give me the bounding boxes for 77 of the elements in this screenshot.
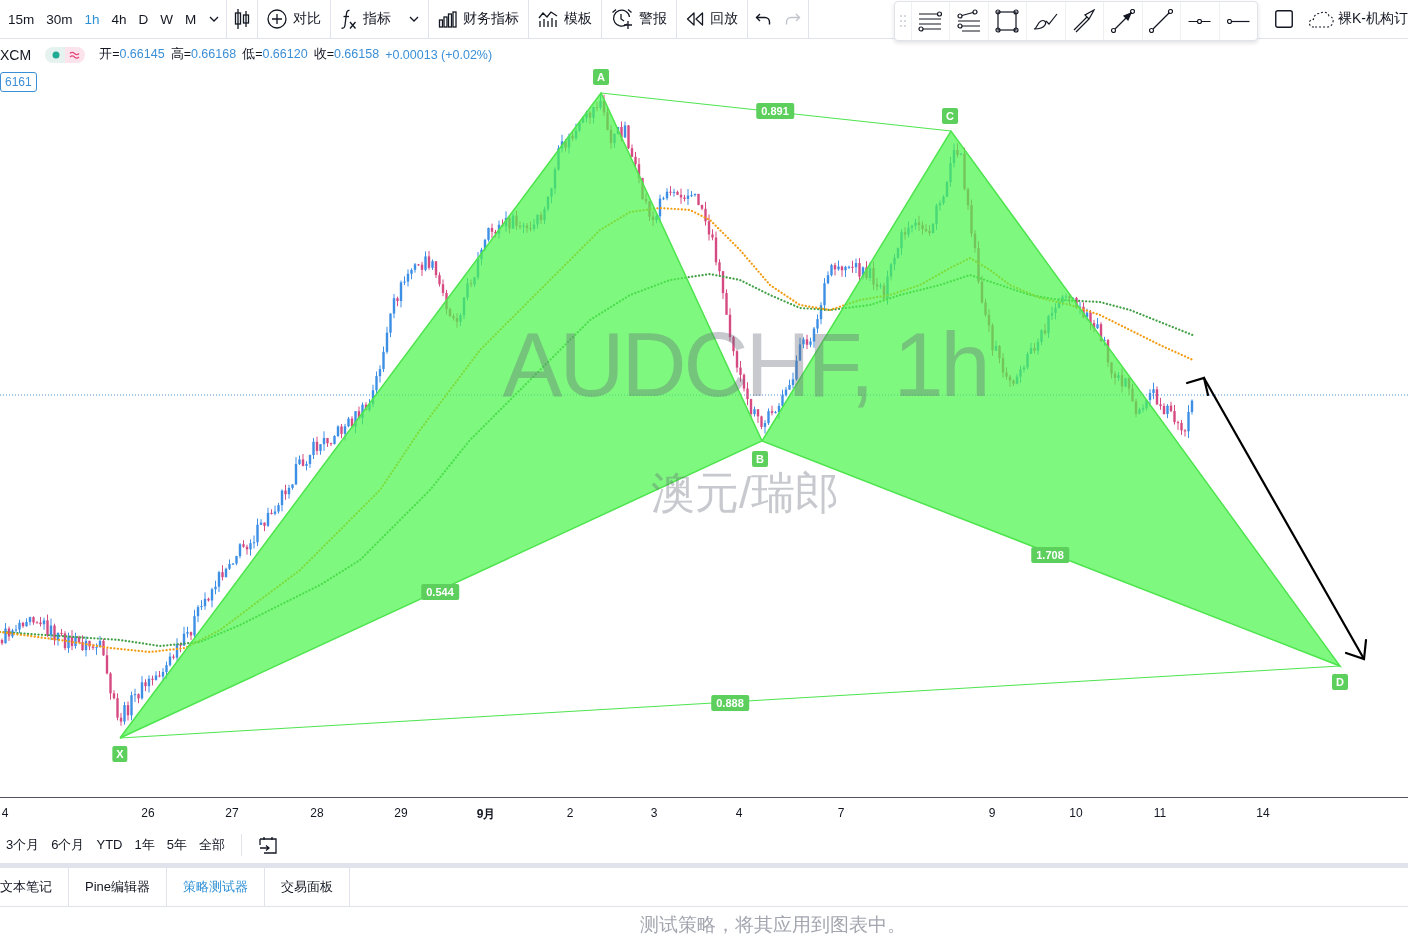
time-axis-label: 2 bbox=[566, 806, 574, 820]
wave-icon bbox=[65, 46, 86, 63]
range-button[interactable]: 3个月 bbox=[0, 830, 46, 859]
compare-button[interactable]: 对比 bbox=[258, 0, 331, 38]
name-watermark: 澳元/瑞郎 bbox=[650, 471, 840, 515]
interval-button[interactable]: M bbox=[179, 0, 203, 38]
interval-button[interactable]: 4h bbox=[105, 0, 133, 38]
alarm-clock-icon bbox=[611, 8, 634, 30]
time-axis-label: 27 bbox=[225, 806, 239, 820]
time-axis-label: 9 bbox=[988, 806, 996, 820]
ohlc-value: 高=0.66168 bbox=[170, 46, 237, 63]
pattern-point-label: C bbox=[942, 108, 958, 124]
ray-icon bbox=[1226, 18, 1250, 24]
interval-button[interactable]: 15m bbox=[2, 0, 41, 38]
time-axis-label: 9月 bbox=[476, 806, 496, 823]
time-axis-label: 4 bbox=[735, 806, 743, 820]
range-button[interactable]: 5年 bbox=[160, 830, 193, 859]
arrow-line-icon bbox=[1110, 9, 1135, 33]
plus-circle-icon bbox=[267, 9, 288, 29]
line-segment-icon bbox=[1149, 9, 1174, 33]
horizontal-lines-icon bbox=[918, 10, 943, 32]
brush-icon bbox=[1033, 12, 1059, 30]
undo-icon bbox=[755, 13, 772, 25]
candlestick-icon bbox=[234, 8, 251, 30]
ratio-label: 0.888 bbox=[711, 695, 749, 711]
pattern-point-label: B bbox=[752, 451, 768, 467]
range-button[interactable]: 1年 bbox=[128, 830, 161, 859]
interval-button[interactable]: 1h bbox=[78, 0, 106, 38]
range-button[interactable]: YTD bbox=[90, 830, 129, 859]
interval-button[interactable]: D bbox=[132, 0, 155, 38]
time-axis-label: 11 bbox=[1153, 806, 1167, 820]
interval-button[interactable]: 30m bbox=[40, 0, 79, 38]
time-axis-label: 10 bbox=[1069, 806, 1083, 820]
bar-chart-icon bbox=[438, 10, 458, 28]
time-axis-label: 14 bbox=[1256, 806, 1270, 820]
calendar-icon bbox=[258, 835, 277, 854]
replay-button[interactable]: 回放 bbox=[677, 0, 748, 38]
panel-tab[interactable]: 文本笔记 bbox=[0, 868, 69, 906]
redo-icon bbox=[785, 13, 802, 25]
ratio-label: 0.544 bbox=[421, 584, 459, 600]
cloud-icon bbox=[1308, 10, 1334, 28]
financials-button[interactable]: 财务指标 bbox=[429, 0, 529, 38]
layout-button[interactable]: 裸K-机构订 bbox=[1300, 0, 1408, 38]
time-axis-label: 3 bbox=[650, 806, 658, 820]
symbol-name: XCM bbox=[0, 46, 32, 63]
chevron-down-icon bbox=[209, 16, 220, 22]
ohlc-value: 开=0.66145 bbox=[99, 46, 165, 63]
alerts-button[interactable]: 警报 bbox=[602, 0, 677, 38]
square-icon bbox=[1275, 10, 1293, 28]
time-axis-label: 7 bbox=[837, 806, 845, 820]
time-axis-label: 29 bbox=[394, 806, 408, 820]
ratio-label: 1.708 bbox=[1031, 547, 1069, 563]
ohlc-value: 低=0.66120 bbox=[242, 46, 308, 63]
empty-state-message: 测试策略，将其应用到图表中。 bbox=[640, 914, 906, 935]
linked-nodes-icon bbox=[956, 9, 981, 33]
horizontal-line-icon bbox=[1188, 18, 1212, 24]
indicators-button[interactable]: 指标 bbox=[331, 0, 429, 38]
interval-button[interactable]: W bbox=[154, 0, 180, 38]
drag-handle-icon[interactable] bbox=[899, 15, 906, 27]
rewind-icon bbox=[686, 12, 705, 26]
range-button[interactable]: 6个月 bbox=[45, 830, 91, 859]
time-axis-label: 26 bbox=[141, 806, 155, 820]
ohlc-value: 收=0.66158 bbox=[313, 46, 380, 63]
ratio-label: 0.891 bbox=[756, 103, 794, 119]
pattern-point-label: X bbox=[112, 746, 128, 762]
rectangle-icon bbox=[995, 9, 1020, 33]
arrow-icon bbox=[1073, 9, 1096, 33]
range-button[interactable]: 全部 bbox=[192, 830, 231, 859]
pattern-point-label: D bbox=[1332, 674, 1348, 690]
time-axis-label: 4 bbox=[1, 806, 9, 820]
line-chart-icon bbox=[538, 10, 559, 28]
change-value: +0.00013 (+0.02%) bbox=[385, 47, 493, 62]
fx-icon bbox=[340, 8, 358, 30]
pattern-point-label: A bbox=[593, 69, 609, 85]
price-tag: 6161 bbox=[0, 72, 37, 92]
time-axis-label: 28 bbox=[310, 806, 324, 820]
templates-button[interactable]: 模板 bbox=[529, 0, 602, 38]
